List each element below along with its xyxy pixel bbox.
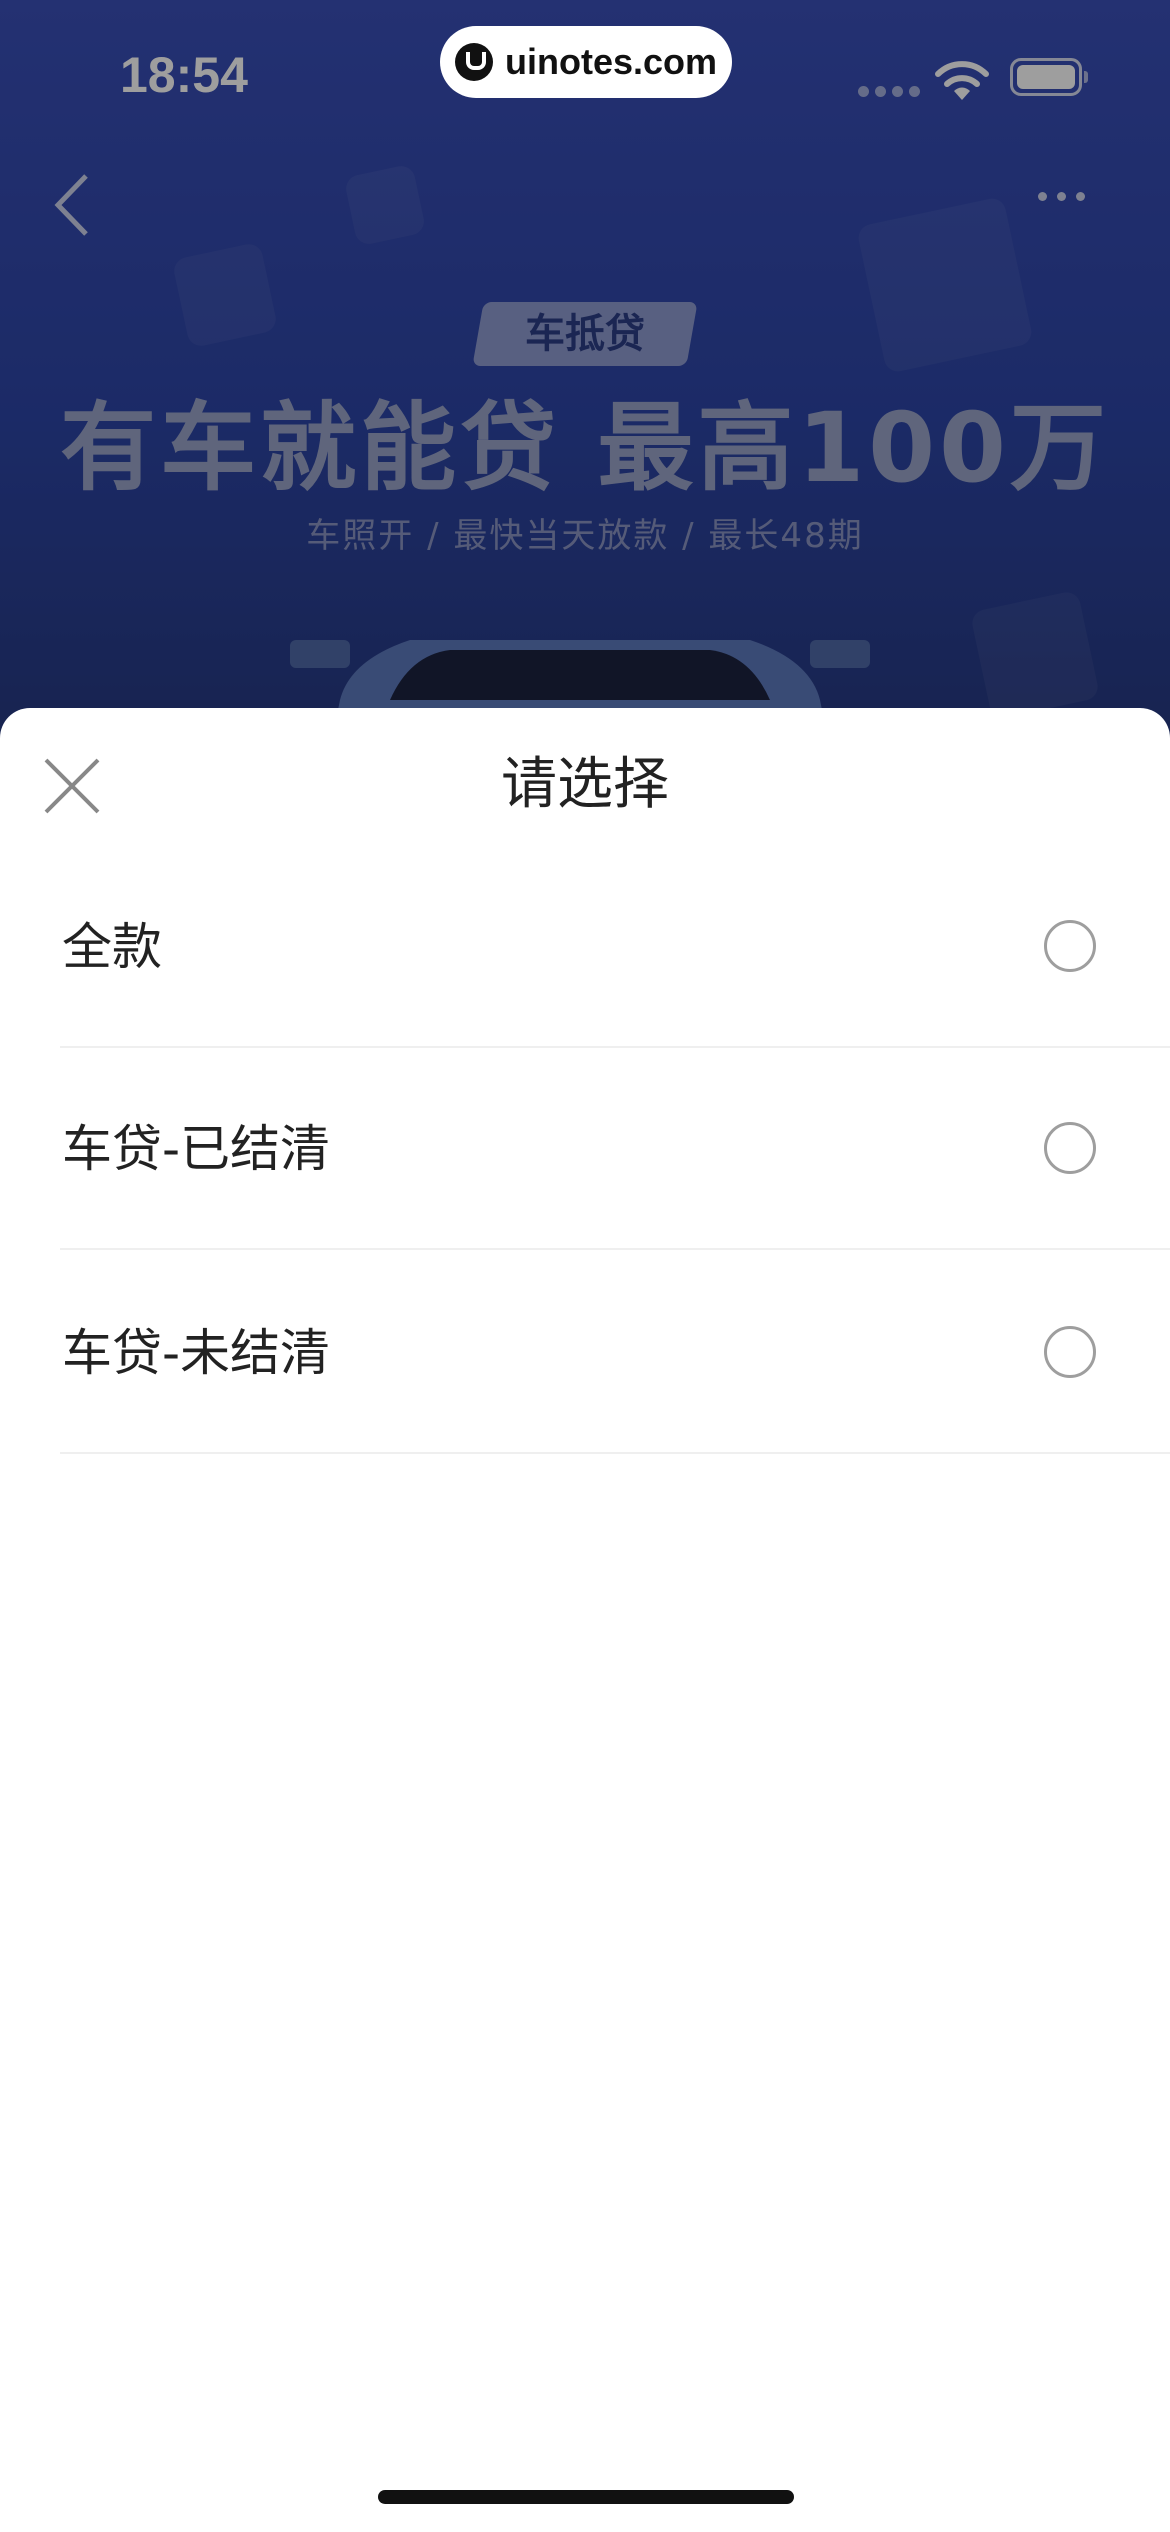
- home-indicator[interactable]: [378, 2490, 794, 2504]
- option-loan-settled[interactable]: 车贷-已结清: [60, 1048, 1170, 1250]
- watermark-logo-icon: [454, 43, 493, 81]
- watermark-text: uinotes.com: [504, 41, 718, 82]
- radio-button[interactable]: [1044, 1122, 1096, 1174]
- modal-backdrop[interactable]: [0, 0, 1170, 760]
- divider: [60, 1248, 1170, 1250]
- option-loan-unsettled[interactable]: 车贷-未结清: [60, 1252, 1170, 1454]
- radio-button[interactable]: [1044, 1326, 1096, 1378]
- sheet-title: 请选择: [501, 752, 669, 817]
- option-label: 车贷-未结清: [62, 1324, 331, 1382]
- option-full-payment[interactable]: 全款: [60, 846, 1170, 1048]
- background-page: 18:54 车抵贷 有车就能贷 最高100万 车照开 / 最快当天放款 / 最长…: [0, 0, 1170, 760]
- option-label: 车贷-已结清: [62, 1120, 331, 1178]
- selection-sheet: 请选择 全款 车贷-已结清 车贷-未结清: [0, 708, 1170, 2532]
- divider: [60, 1452, 1170, 1454]
- option-label: 全款: [62, 918, 162, 976]
- watermark: uinotes.com: [440, 26, 732, 98]
- radio-button[interactable]: [1044, 920, 1096, 972]
